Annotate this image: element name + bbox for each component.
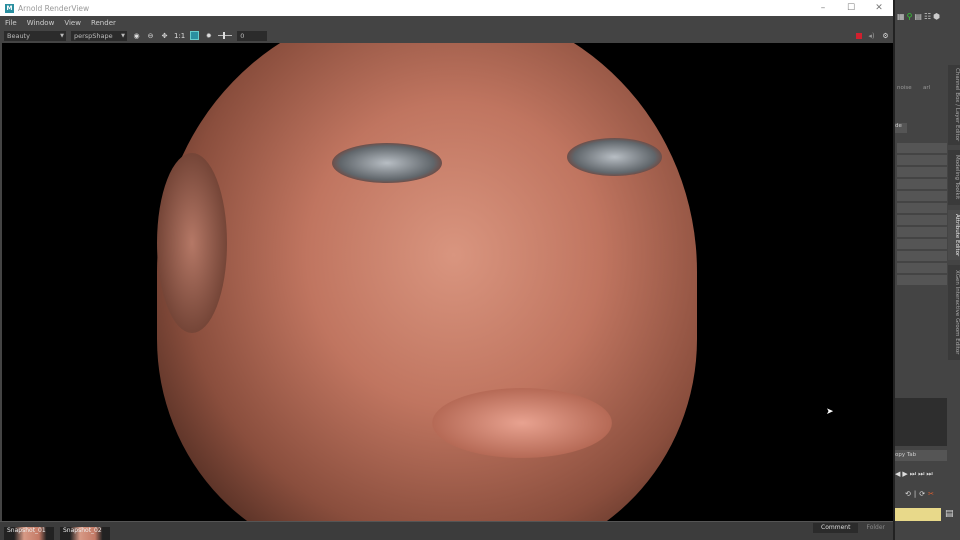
aov-dropdown[interactable]: Beauty ▼ [4,30,66,41]
toolbar: Beauty ▼ perspShape ▼ ◉ ⊖ ✥ 1:1 ✹ 0 ◂) ⚙ [0,29,893,42]
region-icon[interactable] [190,31,200,40]
ear [157,153,227,333]
settings-gear-icon[interactable]: ⚙ [881,31,890,40]
tab-modeling-toolkit[interactable]: Modeling Toolkit [948,150,960,205]
minimize-button[interactable]: – [809,3,837,13]
rendered-face [157,43,697,521]
calendar-icon[interactable]: ▤ [945,509,954,519]
log-icon[interactable]: ◂) [867,31,876,40]
exposure-icon: ✹ [205,31,212,40]
playback-controls[interactable]: ◀▶⏭⏭⏭ [895,470,935,479]
record-icon[interactable] [856,32,862,39]
maya-side-panel: ▦⚲▤☷⬢ Channel Box / Layer Editor Modelin… [893,0,960,540]
interactive-icon[interactable]: ✥ [160,31,169,40]
window-title: Arnold RenderView [18,3,90,13]
render-image[interactable]: ➤ [2,43,893,521]
snapshot-thumb[interactable]: Snapshot_02 [60,527,110,540]
left-eye [332,143,442,183]
loop-icon[interactable]: ⟲|⟳✂ [905,490,937,498]
close-button[interactable]: ✕ [865,3,893,13]
time-field[interactable] [895,508,941,521]
snapshot-thumb[interactable]: Snapshot_01 [4,527,54,540]
panel-icons: ▦⚲▤☷⬢ [897,12,943,21]
attr-row[interactable] [897,227,947,237]
exposure-slider[interactable] [218,32,233,39]
chevron-down-icon: ▼ [121,32,125,39]
tab-xgen-groom[interactable]: XGen Interactive Groom Editor [948,265,960,360]
menu-render[interactable]: Render [91,19,116,27]
right-eye [567,138,662,176]
attr-row[interactable] [897,179,947,189]
attr-row[interactable] [897,251,947,261]
exposure-field[interactable]: 0 [237,30,268,41]
attr-row[interactable] [897,203,947,213]
attr-row[interactable] [897,239,947,249]
mouse-cursor-icon: ➤ [826,407,834,417]
menu-window[interactable]: Window [27,19,55,27]
tab-folder[interactable]: Folder [858,523,893,533]
tab-channel-box[interactable]: Channel Box / Layer Editor [948,65,960,145]
attr-row[interactable] [897,155,947,165]
tab-attribute-editor[interactable]: Attribute Editor [948,210,960,260]
attr-row[interactable] [897,215,947,225]
snapshot-bar: Snapshot_01 Snapshot_02 Comment Folder [0,521,893,540]
notes-area[interactable] [895,398,947,446]
attr-field[interactable]: noise [897,85,912,91]
ratio-button[interactable]: 1:1 [174,32,185,40]
aov-value: Beauty [7,31,30,40]
camera-dropdown[interactable]: perspShape ▼ [71,30,127,41]
attr-row[interactable] [897,263,947,273]
attr-row[interactable] [897,191,947,201]
menu-view[interactable]: View [64,19,81,27]
attr-row[interactable] [897,275,947,285]
menu-file[interactable]: File [5,19,17,27]
lips [432,388,612,458]
copy-tab-button[interactable]: opy Tab [895,450,947,461]
attr-field-2[interactable]: arl [923,85,930,91]
camera-value: perspShape [74,31,113,40]
menu-bar: File Window View Render [0,16,893,29]
title-bar: M Arnold RenderView – ☐ ✕ [0,0,893,16]
chevron-down-icon: ▼ [60,32,64,39]
attr-button[interactable]: de [895,123,907,133]
maximize-button[interactable]: ☐ [837,3,865,13]
maya-logo-icon: M [5,3,14,13]
stop-icon[interactable]: ⊖ [146,31,155,40]
attr-row[interactable] [897,143,947,153]
render-icon[interactable]: ◉ [132,31,141,40]
tab-comment[interactable]: Comment [813,523,859,533]
attr-row[interactable] [897,167,947,177]
